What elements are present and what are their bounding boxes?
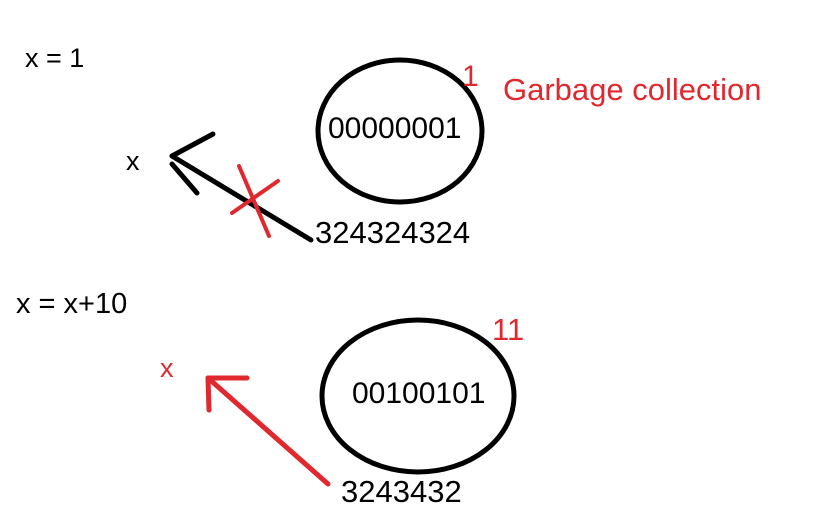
memory-value-decimal-2: 11	[492, 312, 525, 347]
assignment-statement-1: x = 1	[25, 43, 85, 73]
memory-address-1: 324324324	[315, 215, 471, 250]
memory-value-decimal-1: 1	[462, 60, 479, 93]
reference-arrow-2	[205, 375, 331, 487]
assignment-statement-2: x = x+10	[16, 288, 128, 320]
memory-value-binary-2: 00100101	[352, 377, 486, 410]
variable-label-2: x	[160, 353, 174, 383]
variable-label-1: x	[126, 146, 140, 176]
reference-arrow-1	[169, 131, 314, 243]
memory-address-2: 3243432	[341, 474, 462, 509]
cross-out-mark	[230, 164, 280, 238]
garbage-collection-note: Garbage collection	[503, 72, 762, 107]
memory-value-binary-1: 00000001	[328, 112, 462, 145]
